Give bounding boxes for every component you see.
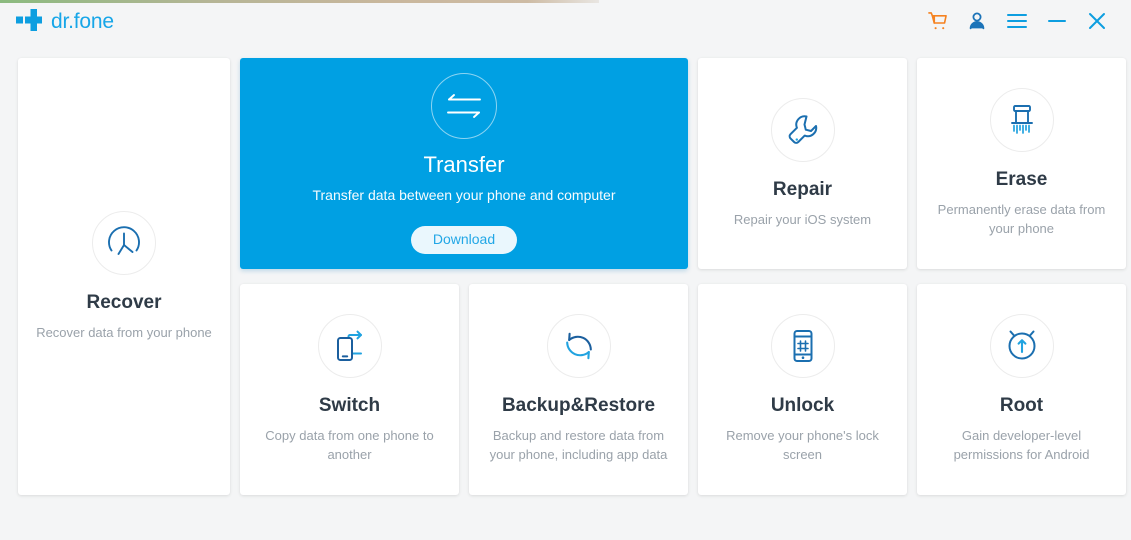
card-description: Permanently erase data from your phone: [937, 202, 1106, 237]
titlebar-actions: [917, 4, 1117, 40]
main-content: Recover Recover data from your phone Tra…: [0, 44, 1131, 540]
download-button[interactable]: Download: [410, 225, 518, 255]
shredder-erase-icon: [989, 88, 1054, 153]
card-description: Remove your phone's lock screen: [726, 428, 879, 463]
clock-recover-icon: [92, 210, 156, 275]
titlebar: dr.fone: [0, 0, 1131, 44]
card-description: Repair your iOS system: [733, 211, 872, 227]
card-erase[interactable]: Erase Permanently erase data from your p…: [917, 58, 1126, 269]
card-description: Gain developer-level permissions for And…: [953, 428, 1090, 463]
account-button[interactable]: [957, 4, 997, 40]
cart-button[interactable]: [917, 4, 957, 40]
top-gradient-strip: [0, 0, 600, 3]
card-title: Erase: [995, 169, 1048, 191]
cart-icon: [927, 11, 948, 34]
card-title: Transfer: [423, 151, 505, 177]
card-transfer[interactable]: Transfer Transfer data between your phon…: [240, 58, 688, 269]
plus-cross-logo-icon: [16, 8, 42, 36]
card-title: Root: [999, 395, 1044, 417]
card-title: Backup&Restore: [501, 395, 656, 417]
card-title: Recover: [86, 291, 162, 313]
card-description: Transfer data between your phone and com…: [312, 187, 616, 204]
two-way-arrows-icon: [431, 72, 497, 139]
brand: dr.fone: [16, 8, 114, 36]
card-backup-restore[interactable]: Backup&Restore Backup and restore data f…: [469, 284, 688, 495]
card-repair[interactable]: Repair Repair your iOS system: [698, 58, 907, 269]
brand-name: dr.fone: [51, 10, 114, 33]
card-title: Repair: [772, 178, 833, 200]
card-description: Copy data from one phone to another: [265, 428, 434, 463]
wrench-icon: [770, 97, 835, 162]
card-title: Switch: [318, 395, 381, 417]
card-recover[interactable]: Recover Recover data from your phone: [18, 58, 230, 495]
card-unlock[interactable]: Unlock Remove your phone's lock screen: [698, 284, 907, 495]
two-phones-arrow-icon: [317, 314, 382, 379]
circular-sync-icon: [546, 314, 611, 379]
menu-icon: [1006, 12, 1028, 33]
close-icon: [1087, 12, 1107, 33]
minimize-button[interactable]: [1037, 4, 1077, 40]
menu-button[interactable]: [997, 4, 1037, 40]
close-button[interactable]: [1077, 4, 1117, 40]
android-root-icon: [989, 314, 1054, 379]
account-icon: [967, 11, 987, 34]
feature-card-grid: Recover Recover data from your phone Tra…: [18, 58, 1126, 495]
card-switch[interactable]: Switch Copy data from one phone to anoth…: [240, 284, 459, 495]
phone-lockscreen-icon: [770, 314, 835, 379]
card-description: Recover data from your phone: [36, 324, 212, 340]
card-title: Unlock: [770, 395, 835, 417]
card-description: Backup and restore data from your phone,…: [489, 428, 668, 463]
minimize-icon: [1047, 12, 1067, 33]
card-root[interactable]: Root Gain developer-level permissions fo…: [917, 284, 1126, 495]
